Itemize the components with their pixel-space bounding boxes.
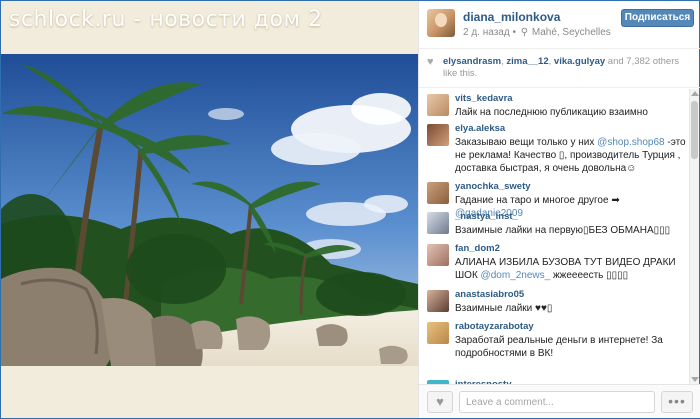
liker-3[interactable]: vika.gulyay — [554, 56, 605, 67]
post-time[interactable]: 2 д. назад — [463, 27, 510, 38]
comment-text: АЛИАНА ИЗБИЛА БУЗОВА ТУТ ВИДЕО ДРАКИ ШОК… — [455, 256, 687, 282]
comment-text: Взаимные лайки на первую▯БЕЗ ОБМАНА▯▯▯ — [455, 224, 687, 237]
comment-text: Взаимные лайки ♥♥▯ — [455, 302, 687, 315]
comment-body: Гадание на таро и многое другое ➡ — [455, 195, 620, 206]
avatar[interactable] — [427, 124, 449, 146]
liker-1[interactable]: elysandrasm — [443, 56, 501, 67]
comment-body-2: жжеееесть ▯▯▯▯ — [550, 270, 629, 281]
comment-mention[interactable]: @dom_2news_ — [481, 270, 551, 281]
scroll-up-icon[interactable] — [691, 91, 699, 96]
scroll-down-icon[interactable] — [691, 377, 699, 382]
location-separator: • — [512, 27, 519, 38]
beach-scene — [1, 54, 418, 366]
comment-text: Заказываю вещи только у них @shop.shop68… — [455, 136, 687, 175]
comment-input[interactable] — [459, 391, 655, 413]
comments-scrollbar[interactable] — [689, 89, 699, 384]
comment-body: Взаимные лайки на первую▯БЕЗ ОБМАНА▯▯▯ — [455, 225, 671, 236]
comment-body: Взаимные лайки ♥♥▯ — [455, 303, 553, 314]
more-options-button[interactable]: ••• — [661, 391, 693, 413]
post-meta: 2 д. назад • ⚲ Mahé, Seychelles — [463, 27, 611, 38]
post-header: diana_milonkovа 2 д. назад • ⚲ Mahé, Sey… — [419, 1, 700, 49]
post-username[interactable]: diana_milonkovа — [463, 10, 560, 24]
avatar[interactable] — [427, 9, 455, 37]
avatar[interactable] — [427, 290, 449, 312]
avatar[interactable] — [427, 182, 449, 204]
scroll-thumb[interactable] — [691, 101, 698, 159]
post-location[interactable]: Mahé, Seychelles — [532, 27, 611, 38]
comment-username[interactable]: elya.aleksa — [455, 123, 505, 134]
heart-icon: ♥ — [436, 394, 444, 409]
comment-username[interactable]: rabotayzarabotay — [455, 321, 534, 332]
comment-body: Заказываю вещи только у них — [455, 137, 598, 148]
comment-username[interactable]: vits_kedavra — [455, 93, 513, 104]
like-button[interactable]: ♥ — [427, 391, 453, 413]
post-sidebar: diana_milonkovа 2 д. назад • ⚲ Mahé, Sey… — [418, 1, 700, 418]
likes-summary: ♥ elysandrasm, zima__12, vika.gulyay and… — [419, 50, 700, 88]
heart-icon: ♥ — [427, 56, 434, 68]
comments-list[interactable]: vits_kedavra Лайк на последнюю публикаци… — [419, 89, 700, 384]
liker-2[interactable]: zima__12 — [506, 56, 548, 67]
follow-button[interactable]: Подписаться — [621, 9, 694, 27]
comment-username[interactable]: yanochka_swety — [455, 181, 531, 192]
comment-username[interactable]: fan_dom2 — [455, 243, 500, 254]
comment-body: Заработай реальные деньги в интернете! З… — [455, 335, 663, 359]
comment-username[interactable]: anastasiabro05 — [455, 289, 524, 300]
comment-footer: ♥ ••• — [419, 384, 700, 418]
comment-username[interactable]: _nastya_inst_ — [455, 211, 518, 222]
comment-text: Лайк на последнюю публикацию взаимно — [455, 106, 687, 119]
photo-panel: schlock.ru - новости дом 2 — [1, 1, 418, 418]
location-pin-icon: ⚲ — [520, 27, 529, 38]
comment-text: Заработай реальные деньги в интернете! З… — [455, 334, 687, 360]
post-photo[interactable] — [1, 54, 418, 366]
avatar[interactable] — [427, 94, 449, 116]
avatar[interactable] — [427, 212, 449, 234]
comment-body: Лайк на последнюю публикацию взаимно — [455, 107, 648, 118]
avatar[interactable] — [427, 244, 449, 266]
avatar[interactable] — [427, 322, 449, 344]
watermark: schlock.ru - новости дом 2 — [9, 7, 323, 32]
comment-mention[interactable]: @shop.shop68 — [597, 137, 664, 148]
